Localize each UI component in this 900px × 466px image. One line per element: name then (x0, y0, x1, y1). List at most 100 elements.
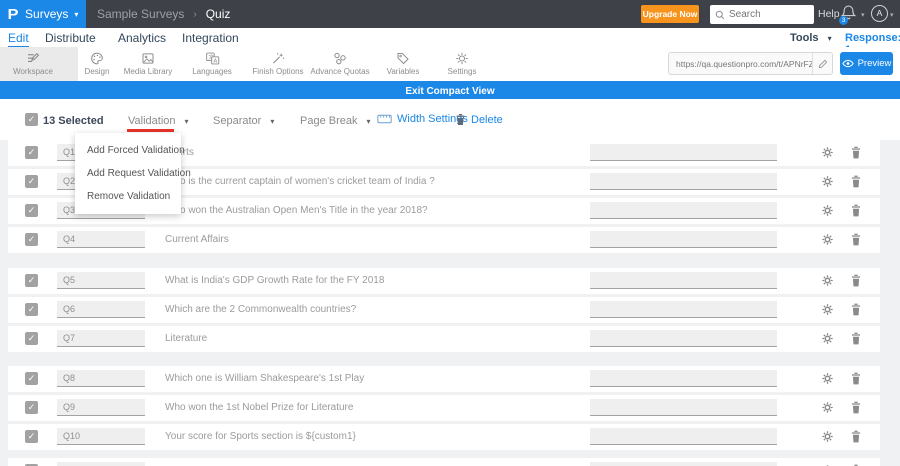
preview-button[interactable]: Preview (840, 52, 893, 75)
question-settings-icon (822, 205, 833, 216)
question-answer-input[interactable] (590, 462, 777, 466)
question-answer-input[interactable] (590, 272, 777, 289)
menu-item-remove-validation[interactable]: Remove Validation (75, 185, 181, 208)
question-settings-icon (822, 176, 833, 187)
question-delete-button[interactable] (850, 372, 862, 390)
notification-count-badge: 3 (839, 16, 848, 25)
question-code-input[interactable]: Q7 (57, 330, 145, 347)
question-answer-input[interactable] (590, 399, 777, 416)
tab-integration[interactable]: Integration (182, 31, 239, 45)
svg-text:A: A (213, 58, 217, 64)
tab-analytics[interactable]: Analytics (118, 31, 166, 45)
question-checkbox[interactable]: ✓ (25, 332, 38, 345)
question-row: ✓ Q4 Current Affairs (8, 227, 880, 253)
question-checkbox[interactable]: ✓ (25, 274, 38, 287)
question-answer-input[interactable] (590, 428, 777, 445)
question-code-input[interactable]: Q6 (57, 301, 145, 318)
question-delete-button[interactable] (850, 233, 862, 251)
variables-tag-icon (397, 53, 409, 65)
question-delete-icon (851, 233, 861, 246)
tools-dropdown[interactable]: Tools ▾ (790, 32, 832, 44)
question-settings-button[interactable] (821, 372, 834, 390)
question-answer-input[interactable] (590, 231, 777, 248)
question-answer-input[interactable] (590, 202, 777, 219)
question-delete-button[interactable] (850, 204, 862, 222)
question-settings-button[interactable] (821, 401, 834, 419)
question-checkbox[interactable]: ✓ (25, 146, 38, 159)
question-checkbox[interactable]: ✓ (25, 175, 38, 188)
separator-dropdown[interactable]: Separator ▾ (213, 115, 274, 127)
ruler-icon (377, 114, 392, 124)
toolbar-item-settings[interactable]: Settings (417, 47, 507, 81)
search-input[interactable] (729, 9, 809, 20)
question-answer-input[interactable] (590, 144, 777, 161)
question-text: Your score for Sports section is ${custo… (165, 431, 356, 442)
question-settings-icon (822, 304, 833, 315)
avatar[interactable]: A (871, 5, 888, 22)
edit-url-button[interactable] (812, 53, 832, 74)
tab-distribute[interactable]: Distribute (45, 31, 96, 45)
chevron-down-icon: ▾ (270, 117, 275, 126)
account-chevron-icon[interactable]: ▾ (890, 11, 894, 19)
question-delete-button[interactable] (850, 303, 862, 321)
question-settings-icon (822, 234, 833, 245)
validation-annotation-underline (127, 129, 174, 132)
notifications-button[interactable]: 3 (839, 4, 860, 25)
question-checkbox[interactable]: ✓ (25, 303, 38, 316)
breadcrumb-parent[interactable]: Sample Surveys (97, 7, 184, 21)
breadcrumb-current: Quiz (205, 7, 231, 21)
validation-menu: Add Forced Validation Add Request Valida… (75, 133, 191, 214)
validation-dropdown[interactable]: Validation ▾ (128, 115, 189, 127)
question-checkbox[interactable]: ✓ (25, 430, 38, 443)
question-code-input[interactable]: Q10 (57, 428, 145, 445)
question-delete-icon (851, 372, 861, 385)
question-answer-input[interactable] (590, 301, 777, 318)
question-delete-button[interactable] (850, 146, 862, 164)
tab-edit[interactable]: Edit (8, 31, 29, 47)
question-delete-button[interactable] (850, 430, 862, 448)
question-code-input[interactable]: Q8 (57, 370, 145, 387)
question-answer-input[interactable] (590, 370, 777, 387)
question-settings-button[interactable] (821, 146, 834, 164)
compact-view-bar: Exit Compact View (0, 81, 900, 99)
question-checkbox[interactable]: ✓ (25, 233, 38, 246)
question-settings-button[interactable] (821, 303, 834, 321)
question-settings-button[interactable] (821, 204, 834, 222)
question-checkbox[interactable]: ✓ (25, 401, 38, 414)
question-settings-button[interactable] (821, 175, 834, 193)
question-delete-button[interactable] (850, 274, 862, 292)
page-break-dropdown[interactable]: Page Break ▾ (300, 115, 371, 127)
question-checkbox[interactable]: ✓ (25, 204, 38, 217)
eye-icon (841, 59, 854, 68)
question-settings-icon (822, 402, 833, 413)
question-settings-button[interactable] (821, 274, 834, 292)
question-settings-button[interactable] (821, 233, 834, 251)
notifications-chevron-icon[interactable]: ▾ (861, 11, 865, 19)
global-search[interactable] (710, 5, 814, 24)
question-answer-input[interactable] (590, 330, 777, 347)
question-settings-button[interactable] (821, 332, 834, 350)
question-code-input[interactable]: Q5 (57, 272, 145, 289)
question-row: ✓ Q8 Which one is William Shakespeare's 1s… (8, 366, 880, 392)
question-delete-button[interactable] (850, 332, 862, 350)
question-code-input[interactable] (57, 462, 145, 466)
chevron-down-icon: ▾ (827, 34, 832, 43)
menu-item-add-forced-validation[interactable]: Add Forced Validation (75, 139, 185, 162)
menu-item-add-request-validation[interactable]: Add Request Validation (75, 162, 191, 185)
question-delete-button[interactable] (850, 401, 862, 419)
question-checkbox[interactable]: ✓ (25, 372, 38, 385)
question-settings-button[interactable] (821, 430, 834, 448)
help-link[interactable]: Help (818, 8, 840, 20)
question-answer-input[interactable] (590, 173, 777, 190)
exit-compact-view-button[interactable]: Exit Compact View (405, 86, 494, 97)
question-delete-button[interactable] (850, 175, 862, 193)
survey-url-field[interactable]: https://qa.questionpro.com/t/APNrFZeY (668, 52, 833, 75)
select-all-checkbox[interactable]: ✓ (25, 113, 38, 126)
trash-icon (456, 114, 465, 125)
question-code-input[interactable]: Q9 (57, 399, 145, 416)
surveys-product-switcher[interactable]: P Surveys ▾ (0, 0, 86, 28)
question-code-input[interactable]: Q4 (57, 231, 145, 248)
upgrade-now-button[interactable]: Upgrade Now (641, 5, 699, 23)
delete-button[interactable]: Delete (455, 113, 503, 126)
question-delete-icon (851, 401, 861, 414)
